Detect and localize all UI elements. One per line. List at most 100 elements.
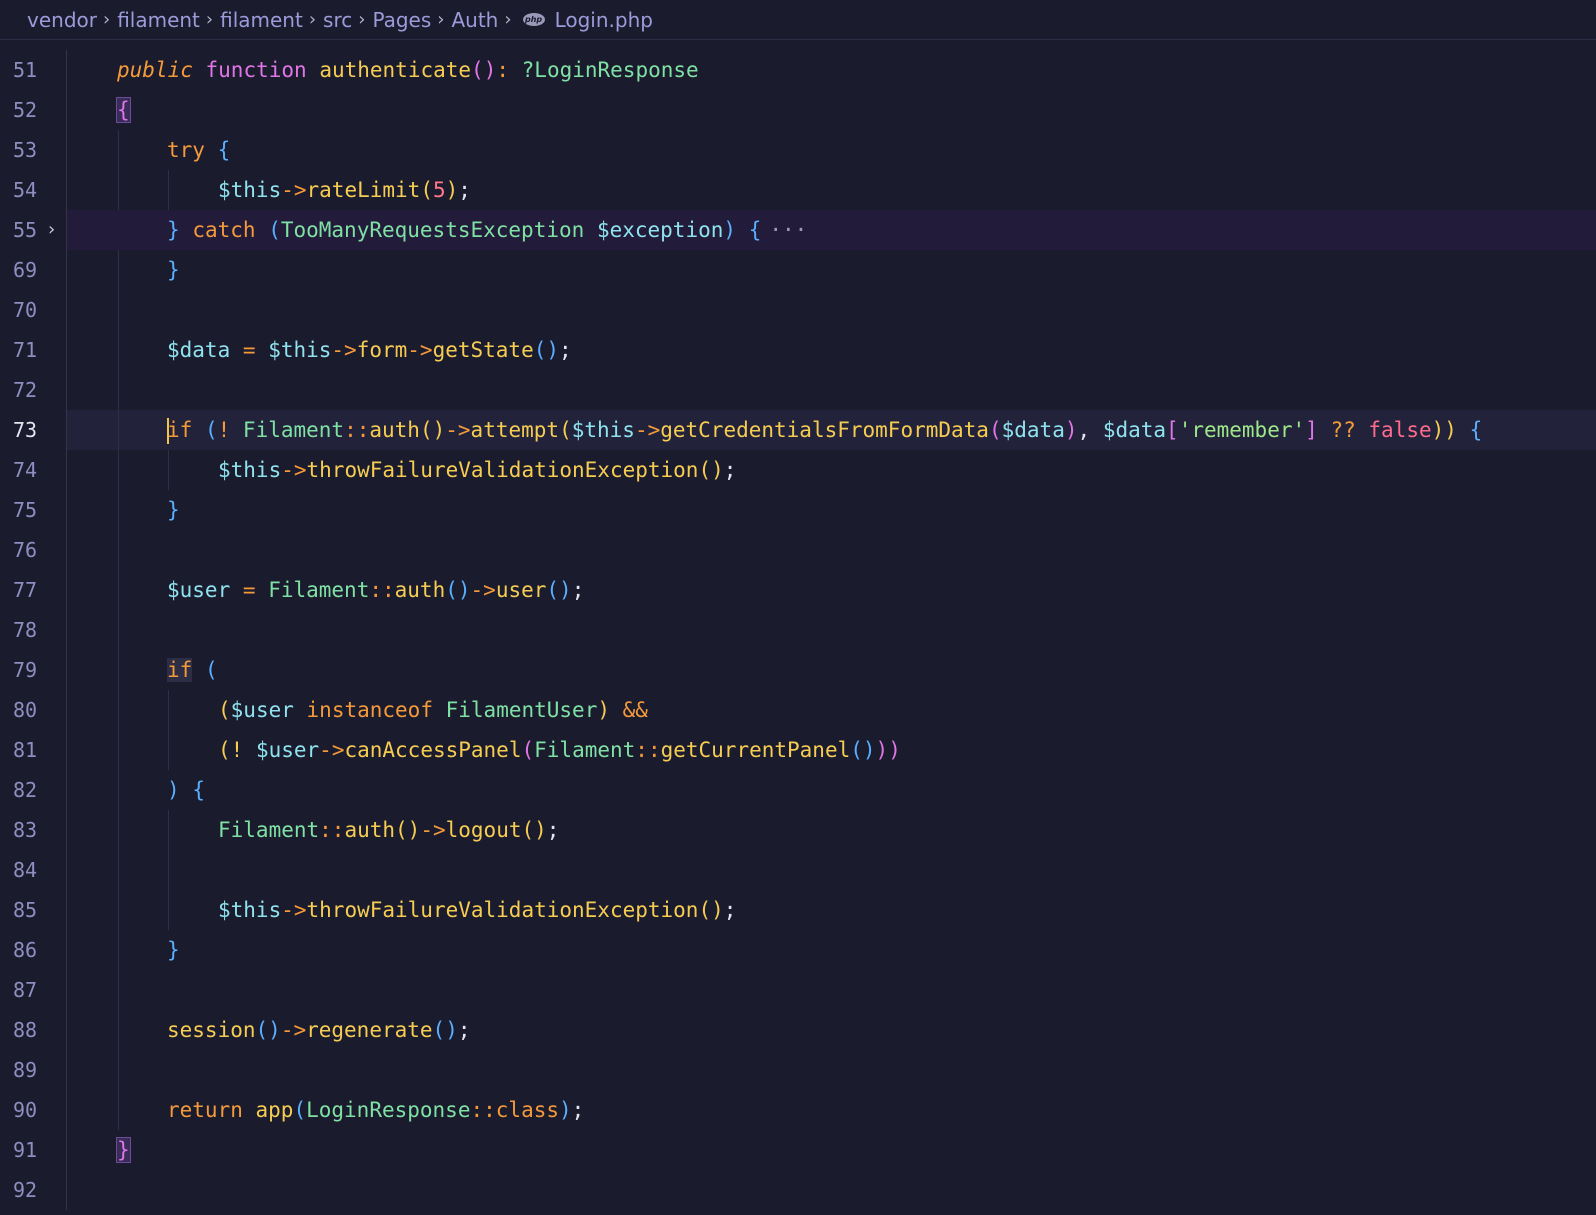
breadcrumb-item-filament-2[interactable]: filament xyxy=(220,8,303,32)
line-gutter: 87 xyxy=(0,970,67,1010)
code-text: return app(LoginResponse::class); xyxy=(167,1098,585,1122)
code-line[interactable]: 53 try { xyxy=(0,130,1596,170)
code-line[interactable]: 86 } xyxy=(0,930,1596,970)
breadcrumb-item-src[interactable]: src xyxy=(323,8,352,32)
code-text: if (! Filament::auth()->attempt($this->g… xyxy=(167,418,1483,444)
line-gutter: 74 xyxy=(0,450,67,490)
indent-guide xyxy=(118,370,119,410)
code-line[interactable]: 84 xyxy=(0,850,1596,890)
indent-guide xyxy=(118,610,119,650)
breadcrumb-item-filament[interactable]: filament xyxy=(117,8,200,32)
word-highlight: if xyxy=(167,658,193,682)
line-number: 82 xyxy=(13,778,38,802)
line-gutter: 83 xyxy=(0,810,67,850)
line-number: 73 xyxy=(13,418,38,442)
line-gutter: 79 xyxy=(0,650,67,690)
code-editor[interactable]: 51 public function authenticate(): ?Logi… xyxy=(0,50,1596,1210)
line-number: 52 xyxy=(13,98,38,122)
code-text: if ( xyxy=(167,658,218,682)
indent-guide xyxy=(168,450,169,490)
line-gutter: 78 xyxy=(0,610,67,650)
line-gutter: 55 › xyxy=(0,210,67,250)
indent-guide xyxy=(168,690,169,730)
code-line[interactable]: 91 } xyxy=(0,1130,1596,1170)
line-gutter: 52 xyxy=(0,90,67,130)
indent-guide xyxy=(118,650,119,690)
code-line[interactable]: 54 $this->rateLimit(5); xyxy=(0,170,1596,210)
code-line[interactable]: 70 xyxy=(0,290,1596,330)
code-line[interactable]: 78 xyxy=(0,610,1596,650)
code-line[interactable]: 76 xyxy=(0,530,1596,570)
code-line[interactable]: 71 $data = $this->form->getState(); xyxy=(0,330,1596,370)
chevron-right-icon: › xyxy=(205,9,214,30)
indent-guide xyxy=(118,930,119,970)
code-line[interactable]: 83 Filament::auth()->logout(); xyxy=(0,810,1596,850)
code-line[interactable]: 87 xyxy=(0,970,1596,1010)
code-line[interactable]: 77 $user = Filament::auth()->user(); xyxy=(0,570,1596,610)
code-line[interactable]: 79 if ( xyxy=(0,650,1596,690)
code-text: $this->rateLimit(5); xyxy=(218,178,471,202)
indent-guide xyxy=(168,890,169,930)
folded-region-ellipsis[interactable]: ··· xyxy=(769,218,807,242)
php-file-icon: php xyxy=(522,13,545,26)
code-text: { xyxy=(116,90,131,130)
line-gutter: 86 xyxy=(0,930,67,970)
breadcrumb-item-vendor[interactable]: vendor xyxy=(27,8,97,32)
line-number: 87 xyxy=(13,978,38,1002)
indent-guide xyxy=(118,530,119,570)
code-line[interactable]: 89 xyxy=(0,1050,1596,1090)
code-line-folded[interactable]: 55 › } catch (TooManyRequestsException $e… xyxy=(0,210,1596,250)
line-gutter: 71 xyxy=(0,330,67,370)
code-text: $data = $this->form->getState(); xyxy=(167,338,572,362)
matched-bracket: { xyxy=(116,97,131,123)
breadcrumb-item-file[interactable]: Login.php xyxy=(555,8,653,32)
breadcrumb-item-pages[interactable]: Pages xyxy=(372,8,431,32)
line-number: 55 xyxy=(13,218,38,242)
line-number: 76 xyxy=(13,538,38,562)
code-text: $user = Filament::auth()->user(); xyxy=(167,578,585,602)
indent-guide xyxy=(118,250,119,290)
line-gutter: 91 xyxy=(0,1130,67,1170)
indent-guide xyxy=(168,730,169,770)
code-text: $this->throwFailureValidationException()… xyxy=(218,458,737,482)
chevron-right-icon: › xyxy=(102,9,111,30)
line-number: 78 xyxy=(13,618,38,642)
line-gutter: 85 xyxy=(0,890,67,930)
code-line[interactable]: 82 ) { xyxy=(0,770,1596,810)
line-gutter: 54 xyxy=(0,170,67,210)
code-line[interactable]: 80 ($user instanceof FilamentUser) && xyxy=(0,690,1596,730)
breadcrumb-item-auth[interactable]: Auth xyxy=(451,8,498,32)
code-line[interactable]: 75 } xyxy=(0,490,1596,530)
code-line[interactable]: 85 $this->throwFailureValidationExceptio… xyxy=(0,890,1596,930)
code-line[interactable]: 51 public function authenticate(): ?Logi… xyxy=(0,50,1596,90)
indent-guide xyxy=(118,170,119,210)
code-line[interactable]: 81 (! $user->canAccessPanel(Filament::ge… xyxy=(0,730,1596,770)
line-number: 74 xyxy=(13,458,38,482)
code-line[interactable]: 72 xyxy=(0,370,1596,410)
code-text: try { xyxy=(167,138,231,162)
line-number: 71 xyxy=(13,338,38,362)
fold-chevron-icon[interactable]: › xyxy=(48,210,55,250)
line-gutter: 80 xyxy=(0,690,67,730)
line-gutter: 70 xyxy=(0,290,67,330)
matched-bracket: } xyxy=(116,1137,131,1163)
line-number: 51 xyxy=(13,58,38,82)
chevron-right-icon: › xyxy=(437,9,445,30)
line-number: 77 xyxy=(13,578,38,602)
code-line[interactable]: 74 $this->throwFailureValidationExceptio… xyxy=(0,450,1596,490)
indent-guide xyxy=(118,130,119,170)
code-text: } xyxy=(116,1130,131,1170)
code-line[interactable]: 90 return app(LoginResponse::class); xyxy=(0,1090,1596,1130)
code-line[interactable]: 92 xyxy=(0,1170,1596,1210)
code-line[interactable]: 69 } xyxy=(0,250,1596,290)
line-number: 84 xyxy=(13,858,38,882)
line-number: 83 xyxy=(13,818,38,842)
code-line[interactable]: 52 { xyxy=(0,90,1596,130)
code-line-current[interactable]: 73 if (! Filament::auth()->attempt($this… xyxy=(0,410,1596,450)
code-text: ) { xyxy=(167,778,205,802)
line-gutter: 92 xyxy=(0,1170,67,1210)
code-line[interactable]: 88 session()->regenerate(); xyxy=(0,1010,1596,1050)
indent-guide xyxy=(118,450,119,490)
line-number: 75 xyxy=(13,498,38,522)
code-text: Filament::auth()->logout(); xyxy=(218,818,560,842)
